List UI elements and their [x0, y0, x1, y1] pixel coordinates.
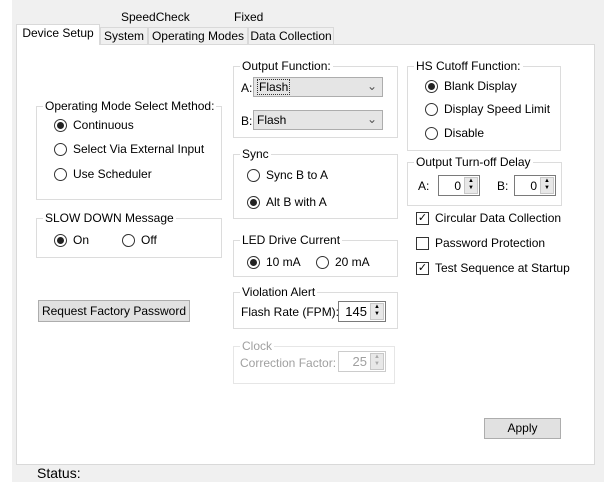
- radio-20ma[interactable]: 20 mA: [316, 255, 370, 269]
- radio-icon: [247, 195, 260, 209]
- radio-label: Blank Display: [444, 79, 517, 93]
- select-value: Flash: [257, 79, 291, 95]
- radio-continuous[interactable]: Continuous: [54, 118, 134, 132]
- radio-label: Display Speed Limit: [444, 102, 551, 116]
- product-label: SpeedCheck: [121, 10, 190, 24]
- radio-icon: [247, 168, 260, 182]
- checkmark-icon: ✓: [416, 261, 429, 275]
- spin-arrows-icon[interactable]: ▲ ▼: [464, 177, 478, 194]
- correction-factor-label: Correction Factor:: [240, 356, 337, 370]
- delay-a-label: A:: [418, 179, 430, 193]
- spin-arrows-icon[interactable]: ▲ ▼: [370, 303, 384, 320]
- tab-system[interactable]: System: [100, 27, 148, 44]
- tab-device-setup[interactable]: Device Setup: [16, 24, 100, 45]
- radio-icon: [425, 79, 438, 93]
- radio-label: 20 mA: [335, 255, 370, 269]
- correction-factor-spinner: 25 ▲ ▼: [338, 351, 386, 372]
- sync-group: Sync: [233, 147, 398, 219]
- chevron-down-icon: ⌄: [366, 79, 377, 93]
- spin-arrows-icon[interactable]: ▲ ▼: [540, 177, 554, 194]
- group-title: Output Turn-off Delay: [414, 155, 533, 169]
- checkbox-icon: [416, 236, 429, 250]
- radio-label: On: [73, 233, 90, 247]
- radio-label: Disable: [444, 126, 485, 140]
- spinner-value: 145: [345, 304, 367, 319]
- radio-label: Sync B to A: [266, 168, 329, 182]
- group-title: SLOW DOWN Message: [43, 211, 176, 225]
- group-title: LED Drive Current: [240, 233, 343, 247]
- tab-data-collection[interactable]: Data Collection: [248, 27, 334, 44]
- radio-alt-b-with-a[interactable]: Alt B with A: [247, 195, 327, 209]
- checkbox-password-protection[interactable]: Password Protection: [416, 236, 545, 250]
- mode-label: Fixed: [234, 10, 264, 24]
- radio-scheduler[interactable]: Use Scheduler: [54, 167, 152, 181]
- radio-off[interactable]: Off: [122, 233, 157, 247]
- radio-icon: [54, 142, 67, 156]
- radio-label: Continuous: [73, 118, 134, 132]
- checkbox-label: Circular Data Collection: [435, 211, 562, 225]
- checkbox-test-sequence[interactable]: ✓ Test Sequence at Startup: [416, 261, 570, 275]
- group-title: Output Function:: [240, 59, 333, 73]
- radio-display-speed-limit[interactable]: Display Speed Limit: [425, 102, 550, 116]
- radio-icon: [122, 233, 135, 247]
- radio-external-input[interactable]: Select Via External Input: [54, 142, 204, 156]
- spinner-value: 0: [530, 178, 537, 193]
- checkmark-icon: ✓: [416, 211, 429, 225]
- group-title: Violation Alert: [240, 285, 318, 299]
- group-title: Sync: [240, 147, 271, 161]
- output-a-select[interactable]: Flash ⌄: [253, 77, 383, 97]
- radio-icon: [425, 126, 438, 140]
- radio-label: Off: [141, 233, 157, 247]
- flash-rate-spinner[interactable]: 145 ▲ ▼: [338, 301, 386, 322]
- flash-rate-label: Flash Rate (FPM):: [241, 305, 340, 319]
- radio-label: 10 mA: [266, 255, 301, 269]
- radio-icon: [316, 255, 329, 269]
- group-title: Operating Mode Select Method:: [43, 99, 217, 113]
- output-b-select[interactable]: Flash ⌄: [253, 110, 383, 130]
- tab-operating-modes[interactable]: Operating Modes: [148, 27, 248, 44]
- group-title: Clock: [240, 339, 275, 353]
- request-factory-password-button[interactable]: Request Factory Password: [38, 300, 190, 322]
- checkbox-label: Test Sequence at Startup: [435, 261, 570, 275]
- radio-icon: [54, 167, 67, 181]
- status-label: Status:: [37, 465, 81, 481]
- spin-arrows-icon: ▲ ▼: [370, 353, 384, 370]
- radio-label: Select Via External Input: [73, 142, 205, 156]
- checkbox-label: Password Protection: [435, 236, 546, 250]
- chevron-down-icon: ⌄: [366, 112, 377, 126]
- radio-10ma[interactable]: 10 mA: [247, 255, 301, 269]
- radio-on[interactable]: On: [54, 233, 89, 247]
- radio-label: Use Scheduler: [73, 167, 152, 181]
- spinner-value: 25: [352, 354, 367, 369]
- radio-blank-display[interactable]: Blank Display: [425, 79, 517, 93]
- radio-sync-b-to-a[interactable]: Sync B to A: [247, 168, 328, 182]
- radio-icon: [425, 102, 438, 116]
- radio-icon: [54, 118, 67, 132]
- delay-b-label: B:: [497, 179, 509, 193]
- apply-button[interactable]: Apply: [484, 418, 561, 439]
- output-a-label: A:: [241, 81, 253, 95]
- group-title: HS Cutoff Function:: [414, 59, 523, 73]
- spinner-value: 0: [454, 178, 461, 193]
- radio-icon: [247, 255, 260, 269]
- output-b-label: B:: [241, 114, 253, 128]
- radio-disable[interactable]: Disable: [425, 126, 484, 140]
- radio-icon: [54, 233, 67, 247]
- delay-a-spinner[interactable]: 0 ▲ ▼: [438, 175, 480, 196]
- radio-label: Alt B with A: [266, 195, 327, 209]
- delay-b-spinner[interactable]: 0 ▲ ▼: [514, 175, 556, 196]
- checkbox-circular-data[interactable]: ✓ Circular Data Collection: [416, 211, 561, 225]
- select-value: Flash: [257, 113, 287, 127]
